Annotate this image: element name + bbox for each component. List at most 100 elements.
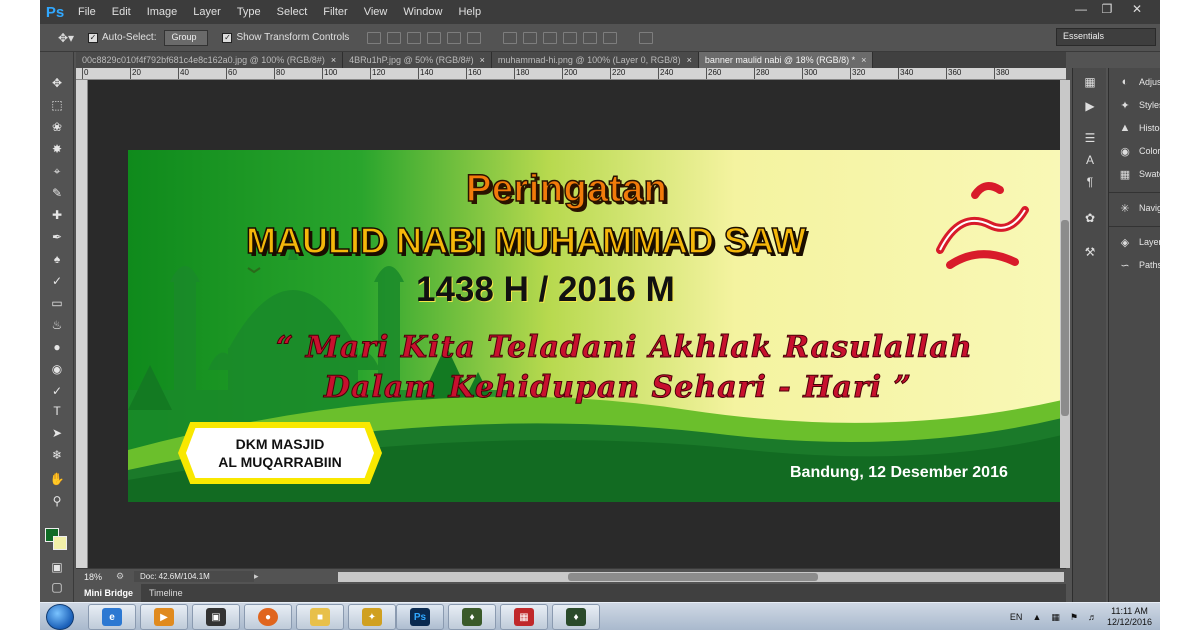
brush-presets-icon[interactable]: ☰ [1081,130,1099,146]
marquee-tool-icon[interactable]: ⬚ [47,96,67,114]
horizontal-scroll-thumb[interactable] [568,573,818,581]
paragraph-icon[interactable]: ¶ [1081,174,1099,190]
distribute-bottom-icon[interactable] [543,31,558,44]
character-icon[interactable]: A [1081,152,1099,168]
vertical-scrollbar[interactable] [1060,80,1070,568]
panel-styles[interactable]: ✦ Styles [1117,97,1160,113]
minimize-icon[interactable]: — [1068,0,1094,18]
eyedropper-icon[interactable]: ✎ [47,184,67,202]
menu-layer[interactable]: Layer [185,0,229,24]
start-button-icon[interactable] [46,604,74,630]
actions-icon[interactable]: ▶ [1081,98,1099,114]
magic-wand-icon[interactable]: ✸ [47,140,67,158]
document-size[interactable]: Doc: 42.6M/104.1M [134,571,254,582]
status-info-icon[interactable]: ⚙ [116,571,134,582]
align-vcenter-icon[interactable] [387,31,402,44]
zoom-level[interactable]: 18% [76,572,116,582]
tray-arrow-icon[interactable]: ▲ [1032,612,1041,622]
clone-source-icon[interactable]: ✿ [1081,210,1099,226]
menu-type[interactable]: Type [229,0,269,24]
menu-edit[interactable]: Edit [104,0,139,24]
network-icon[interactable]: ▦ [1051,612,1060,623]
panel-color[interactable]: ◉ Color [1117,143,1160,159]
panel-histogram[interactable]: ▲ Histogram [1117,120,1160,136]
taskbar-ie-icon[interactable]: e [88,604,136,630]
taskbar-app-icon-4[interactable]: ♦ [552,604,600,630]
close-tab-icon[interactable]: × [687,55,692,65]
tab-document-1[interactable]: 00c8829c010f4f792bf681c4e8c162a0.jpg @ 1… [76,52,344,68]
vertical-scroll-thumb[interactable] [1061,220,1069,416]
align-bottom-icon[interactable] [407,31,422,44]
shape-tool-icon[interactable]: ❄ [47,446,67,464]
language-indicator[interactable]: EN [1010,612,1023,622]
tab-document-active[interactable]: banner maulid nabi @ 18% (RGB/8) * × [698,52,874,68]
distribute-vcenter-icon[interactable] [523,31,538,44]
menu-image[interactable]: Image [139,0,186,24]
taskbar-video-icon[interactable]: ▣ [192,604,240,630]
align-top-icon[interactable] [367,31,382,44]
quick-mask-icon[interactable]: ▣ [47,558,67,576]
move-tool-icon[interactable]: ✥ [47,74,67,92]
distribute-top-icon[interactable] [503,31,518,44]
menu-window[interactable]: Window [395,0,450,24]
panel-adjustments[interactable]: ◐ Adjustments [1117,74,1160,90]
tab-mini-bridge[interactable]: Mini Bridge [76,584,141,602]
menu-view[interactable]: View [356,0,396,24]
history-icon[interactable]: ▦ [1081,74,1099,90]
canvas-area[interactable]: Peringatan MAULID NABI MUHAMMAD SAW 1438… [88,80,1060,568]
pen-tool-icon[interactable]: ✓ [47,382,67,400]
panel-layers[interactable]: ◈ Layers [1117,234,1160,250]
menu-filter[interactable]: Filter [315,0,355,24]
flag-icon[interactable]: ⚑ [1070,612,1078,623]
close-icon[interactable]: ✕ [1120,0,1154,18]
menu-file[interactable]: File [70,0,104,24]
taskbar-app-icon[interactable]: ✦ [348,604,396,630]
auto-select-dropdown[interactable]: Group [164,29,209,46]
align-right-icon[interactable] [467,31,482,44]
panel-paths[interactable]: ∽ Paths [1117,257,1160,273]
panel-swatches[interactable]: ▦ Swatches [1117,166,1160,182]
tab-document-3[interactable]: muhammad-hi.png @ 100% (Layer 0, RGB/8) × [491,52,699,68]
taskbar-photoshop-icon[interactable]: Ps [396,604,444,630]
path-selection-icon[interactable]: ➤ [47,424,67,442]
taskbar-app-icon-3[interactable]: ▦ [500,604,548,630]
distribute-left-icon[interactable] [563,31,578,44]
brush-tool-icon[interactable]: ✒ [47,228,67,246]
menu-help[interactable]: Help [450,0,489,24]
align-left-icon[interactable] [427,31,442,44]
taskbar-media-player-icon[interactable]: ▶ [140,604,188,630]
close-tab-icon[interactable]: × [861,55,866,65]
tab-document-2[interactable]: 4BRu1hP.jpg @ 50% (RGB/8#) × [343,52,492,68]
lasso-tool-icon[interactable]: ❀ [47,118,67,136]
clock[interactable]: 11:11 AM 12/12/2016 [1107,606,1152,628]
status-menu-arrow-icon[interactable]: ▸ [254,571,272,582]
blur-tool-icon[interactable]: ● [47,338,67,356]
clone-stamp-icon[interactable]: ♠ [47,250,67,268]
eraser-tool-icon[interactable]: ▭ [47,294,67,312]
paint-bucket-icon[interactable]: ♨ [47,316,67,334]
close-tab-icon[interactable]: × [480,55,485,65]
close-tab-icon[interactable]: × [331,55,336,65]
healing-brush-icon[interactable]: ✚ [47,206,67,224]
background-color-swatch[interactable] [53,536,67,550]
distribute-hcenter-icon[interactable] [583,31,598,44]
tab-timeline[interactable]: Timeline [141,584,191,602]
zoom-tool-icon[interactable]: ⚲ [47,492,67,510]
type-tool-icon[interactable]: T [47,402,67,420]
distribute-right-icon[interactable] [603,31,618,44]
history-brush-icon[interactable]: ✓ [47,272,67,290]
panel-navigator[interactable]: ✳ Navigator [1117,200,1160,216]
align-hcenter-icon[interactable] [447,31,462,44]
volume-icon[interactable]: ♬ [1088,612,1097,622]
restore-icon[interactable]: ❐ [1094,0,1120,18]
tool-presets-icon[interactable]: ⚒ [1081,244,1099,260]
move-tool-preset-icon[interactable]: ✥▾ [58,31,88,45]
dodge-tool-icon[interactable]: ◉ [47,360,67,378]
crop-tool-icon[interactable]: ⌖ [47,162,67,180]
taskbar-explorer-icon[interactable]: ■ [296,604,344,630]
taskbar-app-icon-2[interactable]: ♦ [448,604,496,630]
show-transform-checkbox[interactable]: ✓ Show Transform Controls [222,32,349,43]
taskbar-firefox-icon[interactable]: ● [244,604,292,630]
horizontal-scrollbar[interactable] [338,572,1064,582]
auto-select-checkbox[interactable]: ✓ Auto-Select: [88,32,156,43]
